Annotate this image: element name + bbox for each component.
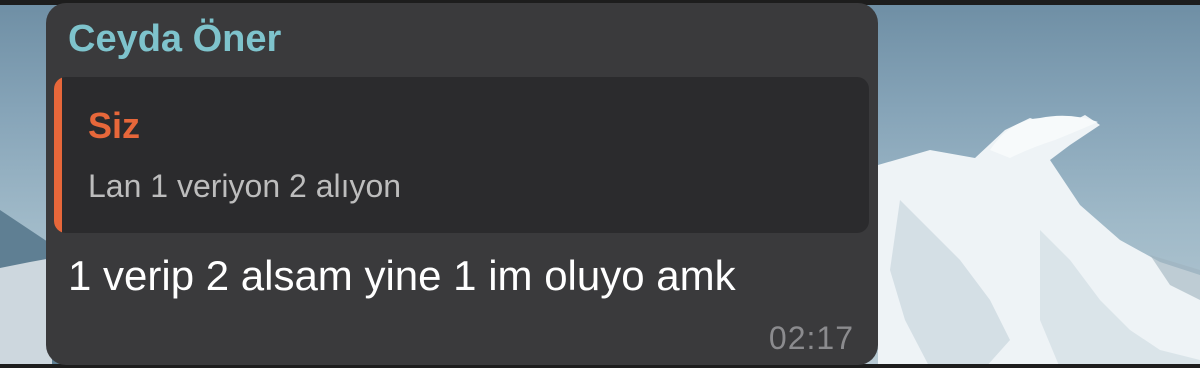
message-timestamp: 02:17 <box>768 320 854 356</box>
reply-author: Siz <box>88 105 141 146</box>
reply-accent-bar <box>54 77 62 233</box>
reply-text: Lan 1 veriyon 2 alıyon <box>88 168 402 204</box>
sender-name[interactable]: Ceyda Öner <box>68 17 281 61</box>
message-bubble[interactable]: Ceyda Öner Siz Lan 1 veriyon 2 alıyon 1 … <box>46 3 878 365</box>
message-text: 1 verip 2 alsam yine 1 im oluyo amk <box>68 252 736 299</box>
reply-quote[interactable]: Siz Lan 1 veriyon 2 alıyon <box>54 77 869 233</box>
